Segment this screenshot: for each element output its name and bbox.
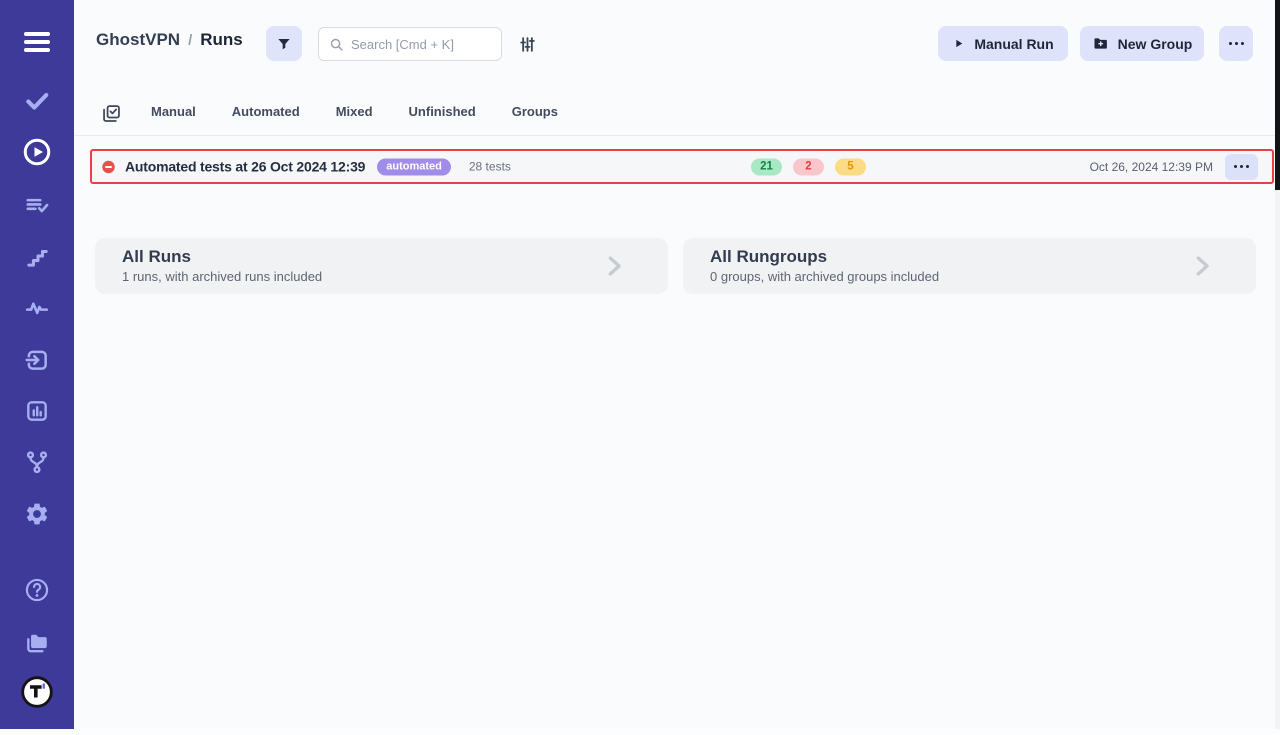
all-rungroups-card[interactable]: All Rungroups 0 groups, with archived gr… [683,238,1256,294]
page-title: Runs [200,30,243,50]
filter-button[interactable] [266,26,302,61]
new-group-label: New Group [1118,36,1193,52]
failed-status-icon [101,159,116,174]
scrollbar-thumb[interactable] [1275,0,1280,190]
menu-icon[interactable] [24,29,50,55]
chevron-right-icon [602,253,626,279]
ellipsis-icon [1229,42,1244,45]
run-row[interactable]: Automated tests at 26 Oct 2024 12:39 aut… [90,149,1274,184]
sidebar [0,0,74,729]
breadcrumb-project[interactable]: GhostVPN [96,30,180,50]
import-icon[interactable] [24,347,50,373]
select-all-icon [101,103,123,124]
run-timestamp: Oct 26, 2024 12:39 PM [1090,160,1213,174]
funnel-icon [276,36,292,52]
select-all-button[interactable] [101,102,123,124]
runs-play-icon[interactable] [22,137,52,167]
tab-automated[interactable]: Automated [232,104,300,119]
tab-groups[interactable]: Groups [512,104,558,119]
test-plans-icon[interactable] [24,192,50,218]
all-runs-subtitle: 1 runs, with archived runs included [122,269,322,284]
search-input[interactable] [351,37,491,52]
folder-plus-icon [1092,35,1109,52]
play-icon [952,37,965,50]
window-bottom-edge [0,729,1280,735]
all-rungroups-title: All Rungroups [710,247,827,267]
run-type-badge: automated [377,158,451,175]
run-row-left: Automated tests at 26 Oct 2024 12:39 aut… [101,158,511,175]
new-group-button[interactable]: New Group [1080,26,1204,61]
manual-run-button[interactable]: Manual Run [938,26,1068,61]
sliders-icon [518,35,537,54]
chevron-right-icon [1190,253,1214,279]
run-stats: 21 2 5 [751,158,866,175]
run-title[interactable]: Automated tests at 26 Oct 2024 12:39 [125,159,365,175]
tests-check-icon[interactable] [24,88,50,114]
help-icon[interactable] [24,577,50,603]
pulse-icon[interactable] [24,295,50,321]
ellipsis-icon [1234,165,1249,168]
breadcrumb-separator: / [188,32,192,49]
steps-icon[interactable] [24,244,50,270]
tab-mixed[interactable]: Mixed [336,104,373,119]
analytics-icon[interactable] [24,398,50,424]
all-rungroups-subtitle: 0 groups, with archived groups included [710,269,939,284]
all-runs-card[interactable]: All Runs 1 runs, with archived runs incl… [95,238,668,294]
runs-tabs: Manual Automated Mixed Unfinished Groups [151,104,558,119]
failed-count-pill: 2 [793,158,824,175]
all-runs-title: All Runs [122,247,191,267]
filter-settings-button[interactable] [516,33,538,55]
projects-folder-icon[interactable] [24,629,50,655]
tab-manual[interactable]: Manual [151,104,196,119]
settings-gear-icon[interactable] [24,501,50,527]
logo[interactable] [20,675,54,709]
breadcrumb: GhostVPN / Runs [96,30,243,50]
search-icon [329,37,344,52]
run-more-button[interactable] [1225,154,1258,180]
tab-unfinished[interactable]: Unfinished [409,104,476,119]
run-tests-count: 28 tests [469,160,511,174]
divider [74,135,1275,136]
branch-icon[interactable] [24,449,50,475]
skipped-count-pill: 5 [835,158,866,175]
search-box [318,27,502,61]
passed-count-pill: 21 [751,158,782,175]
manual-run-label: Manual Run [974,36,1053,52]
header-more-button[interactable] [1219,26,1253,61]
